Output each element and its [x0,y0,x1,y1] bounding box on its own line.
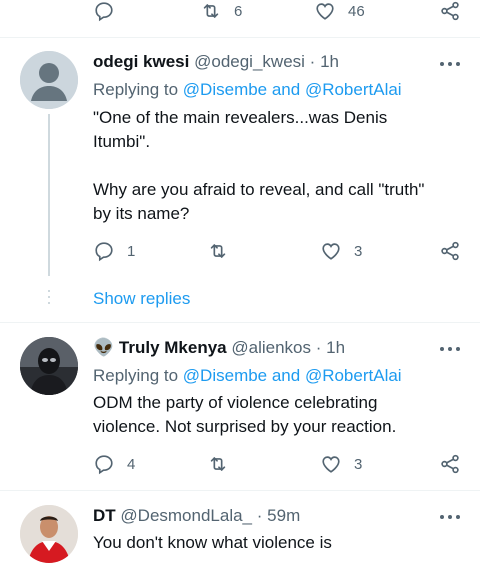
reply-icon [95,2,113,22]
timestamp[interactable]: 1h [320,52,339,71]
tweet-text-line: You don't know what violence is [93,533,332,552]
divider [0,490,480,491]
tweet-text: ODM the party of violence celebrating vi… [93,391,463,439]
reply-button[interactable]: 1 [93,240,135,262]
like-button[interactable]: 46 [314,0,365,22]
tweet-text-line: Why are you afraid to reveal, and call "… [93,180,425,199]
separator: · [315,338,322,357]
tweet-header: 👽 Truly Mkenya @alienkos · 1h [93,338,345,358]
tweet-actions: 4 3 [0,453,480,477]
share-icon [441,241,459,261]
reply-icon [95,242,113,262]
tweet-actions: 1 3 [0,240,480,264]
retweet-icon [210,457,226,471]
display-name[interactable]: Truly Mkenya [119,338,227,357]
retweet-button[interactable] [207,453,229,475]
divider [0,322,480,323]
thread-dots [48,290,50,310]
player-avatar-icon [20,505,78,563]
dot-icon [456,62,460,66]
retweet-icon [203,4,219,18]
more-options-button[interactable] [440,515,460,521]
share-button[interactable] [439,453,461,475]
handle[interactable]: @DesmondLala_ [120,506,252,525]
reply-button[interactable]: 4 [93,453,135,475]
replying-label: Replying to [93,80,179,99]
timestamp[interactable]: 1h [326,338,345,357]
tweet-text-line: violence. Not surprised by your reaction… [93,417,397,436]
like-count: 3 [354,455,363,473]
reply-count: 4 [127,455,136,473]
tweet-header: odegi kwesi @odegi_kwesi · 1h [93,52,339,72]
reply-icon [95,455,113,475]
default-avatar-icon [20,51,78,109]
heart-icon [322,456,340,473]
heart-icon [316,3,334,20]
tweet-text-line: "One of the main revealers...was Denis [93,108,388,127]
retweet-button[interactable] [207,240,229,262]
like-button[interactable]: 3 [320,240,362,262]
replying-to-link[interactable]: @Disembe and @RobertAlai [183,366,402,385]
replying-to: Replying to @Disembe and @RobertAlai [93,366,402,386]
separator: · [309,52,316,71]
tweet-text: "One of the main revealers...was Denis I… [93,106,463,226]
retweet-button[interactable]: 6 [200,0,242,22]
tweet-text: You don't know what violence is [93,531,463,555]
tweet-header: DT @DesmondLala_ · 59m [93,506,300,526]
dot-icon [448,347,452,351]
more-options-button[interactable] [440,347,460,353]
replying-label: Replying to [93,366,179,385]
share-button[interactable] [439,0,461,22]
avatar[interactable] [20,337,78,395]
display-name[interactable]: DT [93,506,116,525]
more-options-button[interactable] [440,62,460,68]
handle[interactable]: @alienkos [231,338,311,357]
avatar[interactable] [20,505,78,563]
tweet-text-line: by its name? [93,204,190,223]
reply-button[interactable] [93,0,115,22]
retweet-icon [210,244,226,258]
tweet-text-line: ODM the party of violence celebrating [93,393,378,412]
alien-emoji: 👽 [93,338,115,357]
show-replies-link[interactable]: Show replies [93,289,190,309]
like-count: 3 [354,242,363,260]
dot-icon [440,515,444,519]
dot-icon [440,62,444,66]
replying-to: Replying to @Disembe and @RobertAlai [93,80,402,100]
share-icon [441,1,459,21]
dot-icon [448,62,452,66]
separator: · [256,506,263,525]
avatar[interactable] [20,51,78,109]
dot-icon [456,347,460,351]
heart-icon [322,243,340,260]
tweet-text-line: Itumbi". [93,132,151,151]
dot-icon [448,515,452,519]
like-count: 46 [348,2,365,20]
top-tweet-actions: 6 46 [0,0,480,24]
display-name[interactable]: odegi kwesi [93,52,189,71]
replying-to-link[interactable]: @Disembe and @RobertAlai [183,80,402,99]
share-button[interactable] [439,240,461,262]
share-icon [441,454,459,474]
timestamp[interactable]: 59m [267,506,300,525]
like-button[interactable]: 3 [320,453,362,475]
divider [0,37,480,38]
handle[interactable]: @odegi_kwesi [194,52,305,71]
dot-icon [440,347,444,351]
spiderman-avatar-icon [20,337,78,395]
retweet-count: 6 [234,2,243,20]
reply-count: 1 [127,242,136,260]
dot-icon [456,515,460,519]
